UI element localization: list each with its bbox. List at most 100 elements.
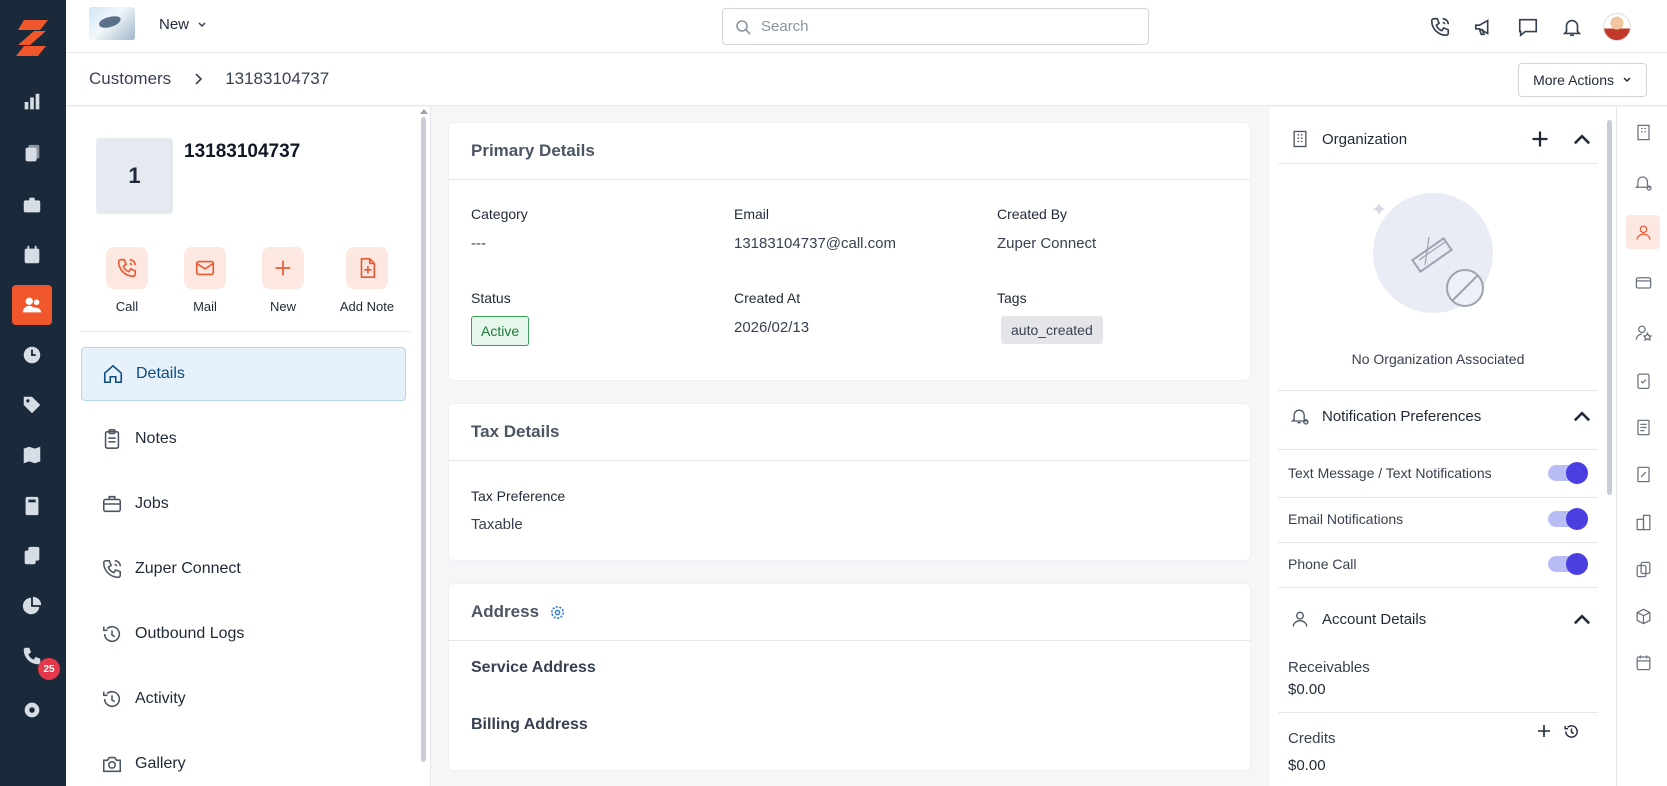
clipboard-icon xyxy=(104,429,120,449)
settings-gear-icon[interactable] xyxy=(549,604,566,621)
assets-box-icon[interactable] xyxy=(1628,601,1658,631)
account-controls xyxy=(1572,609,1592,629)
phone-call-toggle[interactable] xyxy=(1548,553,1588,575)
customer-name: 13183104737 xyxy=(184,141,301,162)
collapse-chevron-up-icon[interactable] xyxy=(1572,129,1592,149)
created-by-label: Created By xyxy=(997,206,1068,222)
nav-item-gallery[interactable]: Gallery xyxy=(81,737,406,786)
call-button[interactable]: Call xyxy=(88,247,166,314)
invoice-icon[interactable] xyxy=(1628,412,1658,442)
text-notifications-toggle[interactable] xyxy=(1548,462,1588,484)
tag-chip: auto_created xyxy=(1001,316,1103,344)
collapse-chevron-up-icon[interactable] xyxy=(1572,609,1592,629)
discount-receipt-icon[interactable] xyxy=(1628,459,1658,489)
nav-item-details[interactable]: Details xyxy=(81,347,406,401)
user-avatar[interactable] xyxy=(1603,13,1631,41)
nav-label: Gallery xyxy=(135,755,186,772)
announcement-megaphone-icon[interactable] xyxy=(1471,14,1497,40)
payment-card-icon[interactable] xyxy=(1628,267,1658,297)
organization-header: Organization xyxy=(1278,114,1598,164)
camera-icon xyxy=(102,756,122,773)
account-person-icon[interactable] xyxy=(1626,215,1660,249)
breadcrumb-bar: Customers 13183104737 More Actions xyxy=(66,53,1667,106)
company-logo-image[interactable] xyxy=(89,7,135,40)
left-panel-scrollbar[interactable] xyxy=(421,117,426,762)
divider xyxy=(1278,449,1598,450)
search-input[interactable] xyxy=(761,18,1121,35)
tag-icon[interactable] xyxy=(12,385,52,425)
contact-star-icon[interactable] xyxy=(1628,317,1658,347)
right-info-panel: Organization No Organization Associated … xyxy=(1270,107,1616,786)
properties-building-icon[interactable] xyxy=(1628,507,1658,537)
reports-pie-icon[interactable] xyxy=(12,586,52,626)
right-panel-scrollbar[interactable] xyxy=(1607,120,1612,495)
customer-avatar: 1 xyxy=(96,138,173,214)
scroll-up-arrow[interactable] xyxy=(420,109,428,114)
call-label: Call xyxy=(115,299,139,314)
customers-icon[interactable] xyxy=(12,285,52,325)
organization-building-icon[interactable] xyxy=(1628,117,1658,147)
nav-item-notes[interactable]: Notes xyxy=(81,412,406,466)
nav-item-outbound-logs[interactable]: Outbound Logs xyxy=(81,607,406,661)
bell-icon[interactable] xyxy=(1559,14,1585,40)
building-icon xyxy=(1293,130,1307,148)
address-title: Address xyxy=(471,602,540,621)
add-organization-icon[interactable] xyxy=(1530,129,1550,149)
category-value: --- xyxy=(471,235,486,252)
nav-label: Outbound Logs xyxy=(135,625,245,642)
schedule-calendar-icon[interactable] xyxy=(1628,647,1658,677)
plus-icon xyxy=(262,247,304,289)
phone-call-icon[interactable] xyxy=(1427,14,1453,40)
credit-history-icon[interactable] xyxy=(1563,723,1580,740)
copy-documents-icon[interactable] xyxy=(1628,554,1658,584)
calculator-icon[interactable] xyxy=(12,486,52,526)
jobs-briefcase-icon[interactable] xyxy=(12,185,52,225)
nav-item-zuper-connect[interactable]: Zuper Connect xyxy=(81,542,406,596)
quick-actions: Call Mail New Add Note xyxy=(88,247,412,314)
briefcase-icon xyxy=(102,495,122,513)
calendar-icon[interactable] xyxy=(12,235,52,275)
notification-label: Email Notifications xyxy=(1288,511,1404,527)
home-icon xyxy=(103,364,123,384)
timesheet-clock-icon[interactable] xyxy=(12,335,52,375)
add-note-button[interactable]: Add Note xyxy=(322,247,412,314)
dashboard-icon[interactable] xyxy=(12,82,52,122)
global-search[interactable] xyxy=(722,8,1149,45)
mail-icon xyxy=(184,247,226,289)
primary-details-title: Primary Details xyxy=(449,123,1250,180)
credits-label: Credits xyxy=(1288,730,1336,747)
category-label: Category xyxy=(471,206,528,222)
tags-label: Tags xyxy=(997,290,1027,306)
chat-icon[interactable] xyxy=(1515,14,1541,40)
add-credit-icon[interactable] xyxy=(1537,724,1551,738)
billing-address-label: Billing Address xyxy=(471,716,588,733)
email-value[interactable]: 13183104737@call.com xyxy=(734,235,896,252)
requests-icon[interactable] xyxy=(12,134,52,174)
documents-icon[interactable] xyxy=(12,536,52,576)
checklist-clipboard-icon[interactable] xyxy=(1628,365,1658,395)
breadcrumb-customers-link[interactable]: Customers xyxy=(89,69,171,89)
collapse-chevron-up-icon[interactable] xyxy=(1572,406,1592,426)
person-icon xyxy=(1292,611,1308,627)
status-label: Status xyxy=(471,290,511,306)
new-dropdown-button[interactable]: New xyxy=(159,16,207,33)
nav-item-activity[interactable]: Activity xyxy=(81,672,406,726)
nav-item-jobs[interactable]: Jobs xyxy=(81,477,406,531)
email-notifications-row: Email Notifications xyxy=(1278,497,1598,541)
more-actions-label: More Actions xyxy=(1533,72,1614,88)
new-button[interactable]: New xyxy=(244,247,322,314)
satellite-illustration-icon xyxy=(1373,193,1493,313)
email-notifications-toggle[interactable] xyxy=(1548,508,1588,530)
notification-settings-icon[interactable] xyxy=(1628,167,1658,197)
more-actions-button[interactable]: More Actions xyxy=(1518,63,1647,97)
activity-history-icon xyxy=(102,690,121,708)
category-field: Category --- xyxy=(471,206,528,252)
map-icon[interactable] xyxy=(12,435,52,475)
zuper-logo[interactable] xyxy=(10,16,54,60)
organization-controls xyxy=(1530,129,1592,149)
mail-button[interactable]: Mail xyxy=(166,247,244,314)
settings-gear-icon[interactable] xyxy=(12,690,52,730)
created-at-label: Created At xyxy=(734,290,801,306)
bell-settings-icon xyxy=(1290,409,1309,425)
service-address-label: Service Address xyxy=(471,659,596,676)
